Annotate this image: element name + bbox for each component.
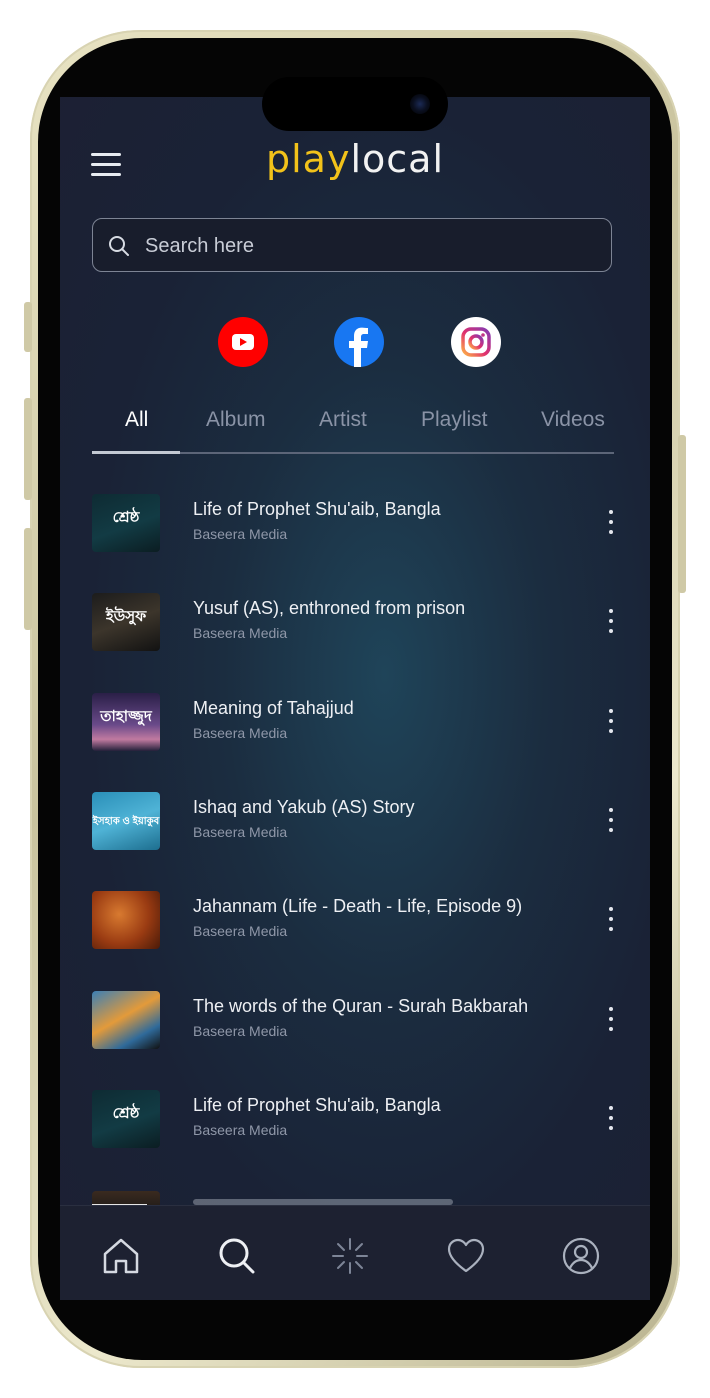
tab-album[interactable]: Album (206, 408, 266, 432)
track-artist: Baseera Media (193, 625, 288, 641)
profile-icon[interactable] (559, 1234, 603, 1278)
dynamic-island (262, 77, 448, 131)
home-icon[interactable] (99, 1234, 143, 1278)
more-options-icon[interactable] (598, 1101, 624, 1135)
list-item[interactable]: শ্রেষ্ঠ Life of Prophet Shu'aib, Bangla … (60, 491, 650, 561)
thumbnail-text: ইসহাক ও ইয়াকুব (92, 816, 160, 827)
search-icon[interactable] (215, 1234, 259, 1278)
track-title: Life of Prophet Shu'aib, Bangla (193, 499, 441, 519)
discover-icon[interactable] (328, 1234, 372, 1278)
track-artist: Baseera Media (193, 526, 288, 542)
list-item[interactable]: Jahannam (Life - Death - Life, Episode 9… (60, 888, 650, 958)
logo-local: local (350, 137, 444, 181)
more-options-icon[interactable] (598, 1002, 624, 1036)
track-artist: Baseera Media (193, 824, 288, 840)
list-item[interactable]: শ্রেষ্ঠ Life of Prophet Shu'aib, Bangla … (60, 1087, 650, 1157)
tab-playlist[interactable]: Playlist (421, 408, 488, 432)
track-title: Yusuf (AS), enthroned from prison (193, 598, 466, 618)
tab-videos[interactable]: Videos (541, 408, 605, 432)
tab-all[interactable]: All (125, 408, 148, 432)
search-icon (109, 236, 129, 256)
active-tab-indicator (92, 451, 180, 454)
search-bar[interactable] (92, 218, 612, 272)
track-thumbnail: শ্রেষ্ঠ (92, 494, 160, 552)
search-input[interactable] (143, 227, 587, 265)
more-options-icon[interactable] (598, 803, 624, 837)
track-title: Meaning of Tahajjud (193, 698, 354, 718)
more-options-icon[interactable] (598, 505, 624, 539)
volume-down-button (24, 528, 32, 630)
instagram-icon[interactable] (451, 317, 501, 367)
power-button (678, 435, 686, 593)
tab-artist[interactable]: Artist (319, 408, 367, 432)
list-item[interactable]: ইউসুফ Yusuf (AS), enthroned from prison … (60, 590, 650, 660)
track-title: The words of the Quran - Surah Bakbarah (193, 996, 529, 1016)
track-thumbnail: তাহাজ্জুদ (92, 693, 160, 751)
track-thumbnail: ইসহাক ও ইয়াকুব (92, 792, 160, 850)
camera-icon (410, 94, 430, 114)
track-title: Life of Prophet Shu'aib, Bangla (193, 1095, 441, 1115)
app-logo: playlocal (60, 137, 650, 181)
thumbnail-text: ইউসুফ (105, 608, 147, 625)
track-artist: Baseera Media (193, 1122, 288, 1138)
track-thumbnail (92, 991, 160, 1049)
logo-play: play (266, 137, 351, 181)
track-artist: Baseera Media (193, 1023, 288, 1039)
app-screen: playlocal Search here All Album Artist P… (60, 97, 650, 1300)
more-options-icon[interactable] (598, 604, 624, 638)
track-thumbnail: শ্রেষ্ঠ (92, 1090, 160, 1148)
volume-up-button (24, 398, 32, 500)
list-item[interactable]: The words of the Quran - Surah Bakbarah … (60, 988, 650, 1058)
track-artist: Baseera Media (193, 725, 288, 741)
track-title: Jahannam (Life - Death - Life, Episode 9… (193, 896, 523, 916)
favorites-icon[interactable] (444, 1234, 488, 1278)
thumbnail-text: তাহাজ্জুদ (100, 708, 152, 725)
more-options-icon[interactable] (598, 902, 624, 936)
category-tabs: All Album Artist Playlist Videos (92, 402, 614, 454)
mute-switch (24, 302, 32, 352)
thumbnail-text: শ্রেষ্ঠ (112, 1105, 140, 1122)
bottom-navigation (60, 1205, 650, 1300)
thumbnail-text: শ্রেষ্ঠ (112, 509, 140, 526)
more-options-icon[interactable] (598, 704, 624, 738)
facebook-icon[interactable] (334, 317, 384, 367)
youtube-icon[interactable] (218, 317, 268, 367)
list-item[interactable]: ইসহাক ও ইয়াকুব Ishaq and Yakub (AS) Sto… (60, 789, 650, 859)
track-artist: Baseera Media (193, 923, 288, 939)
track-thumbnail: ইউসুফ (92, 593, 160, 651)
track-thumbnail (92, 891, 160, 949)
track-title: Ishaq and Yakub (AS) Story (193, 797, 415, 817)
list-item[interactable]: তাহাজ্জুদ Meaning of Tahajjud Baseera Me… (60, 690, 650, 760)
